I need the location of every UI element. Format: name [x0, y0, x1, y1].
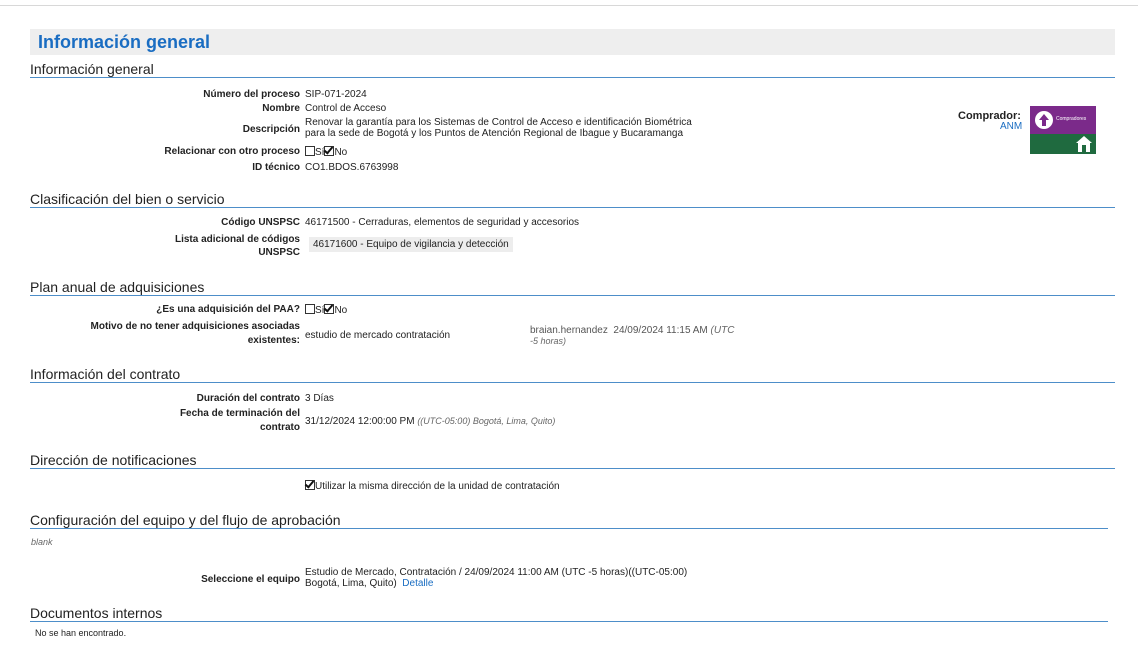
section-title-general: Información general — [30, 61, 154, 77]
reason-tz-1: (UTC — [710, 325, 735, 336]
house-icon — [1076, 136, 1092, 152]
paa-no-checkbox[interactable] — [324, 304, 335, 314]
end-date-label-2: contrato — [260, 422, 300, 433]
end-date-row: 31/12/2024 12:00:00 PM ((UTC-05:00) Bogo… — [305, 416, 555, 427]
section-title-team: Configuración del equipo y del flujo de … — [30, 512, 341, 528]
paa-options: Sí No — [305, 304, 347, 316]
same-address-label: Utilizar la misma dirección de la unidad… — [315, 481, 560, 492]
relate-yes-label: Sí — [315, 147, 325, 158]
process-number-label: Número del proceso — [203, 89, 300, 100]
reason-label-1: Motivo de no tener adquisiciones asociad… — [90, 321, 301, 332]
detail-link[interactable]: Detalle — [402, 578, 433, 589]
same-address-checkbox[interactable] — [305, 480, 315, 490]
additional-codes-label-2: UNSPSC — [258, 247, 300, 258]
team-value-line-2: Bogotá, Lima, Quito) Detalle — [305, 578, 433, 589]
name-label: Nombre — [262, 103, 300, 114]
top-divider — [0, 5, 1138, 6]
select-team-label: Seleccione el equipo — [201, 574, 300, 585]
same-address-option: Utilizar la misma dirección de la unidad… — [305, 480, 560, 492]
additional-codes-label-1: Lista adicional de códigos — [174, 234, 300, 245]
section-title-classification: Clasificación del bien o servicio — [30, 191, 225, 207]
section-divider — [30, 621, 1108, 622]
relate-yes-checkbox[interactable] — [305, 146, 315, 156]
logo-top-text: Compradores — [1056, 116, 1087, 122]
unspsc-value: 46171500 - Cerraduras, elementos de segu… — [305, 217, 580, 228]
section-divider — [30, 77, 1115, 78]
reason-meta: braian.hernandez 24/09/2024 11:15 AM (UT… — [530, 325, 734, 336]
buyer-link[interactable]: ANM — [1000, 121, 1022, 132]
relate-no-checkbox[interactable] — [324, 146, 335, 156]
tech-id-value: CO1.BDOS.6763998 — [305, 162, 399, 173]
arrow-up-icon — [1035, 111, 1053, 129]
additional-code-value: 46171600 - Equipo de vigilancia y detecc… — [309, 237, 513, 252]
end-date-value: 31/12/2024 12:00:00 PM — [305, 416, 415, 427]
paa-no-label: No — [334, 305, 348, 316]
relate-process-options: Sí No — [305, 146, 347, 158]
section-title-documents: Documentos internos — [30, 605, 163, 621]
documents-empty-message: No se han encontrado. — [35, 628, 127, 638]
paa-label: ¿Es una adquisición del PAA? — [156, 304, 300, 315]
description-label: Descripción — [242, 124, 300, 135]
reason-label-2: existentes: — [247, 335, 300, 346]
team-value-line-1: Estudio de Mercado, Contratación / 24/09… — [305, 567, 688, 578]
page-title: Información general — [38, 32, 211, 52]
description-line-1: Renovar la garantía para los Sistemas de… — [305, 117, 692, 128]
relate-no-label: No — [334, 147, 348, 158]
team-value-line-2-text: Bogotá, Lima, Quito) — [305, 578, 397, 589]
reason-value: estudio de mercado contratación — [305, 330, 451, 341]
duration-value: 3 Días — [305, 393, 334, 404]
section-divider — [30, 207, 1115, 208]
section-title-contract: Información del contrato — [30, 366, 181, 382]
page-header: Información general — [30, 29, 1115, 55]
team-blank-note: blank — [31, 537, 53, 547]
section-divider — [30, 295, 1115, 296]
paa-yes-checkbox[interactable] — [305, 304, 315, 314]
secop-logo: Compradores Proveedores — [1030, 106, 1096, 175]
duration-label: Duración del contrato — [196, 393, 300, 404]
reason-user: braian.hernandez — [530, 325, 608, 336]
end-date-timezone: ((UTC-05:00) Bogotá, Lima, Quito) — [417, 416, 556, 426]
relate-process-label: Relacionar con otro proceso — [164, 146, 300, 157]
additional-code-tag: 46171600 - Equipo de vigilancia y detecc… — [309, 237, 513, 252]
tech-id-label: ID técnico — [252, 162, 300, 173]
section-divider — [30, 528, 1108, 529]
process-number-value: SIP-071-2024 — [305, 89, 367, 100]
reason-tz-2: -5 horas) — [530, 336, 567, 346]
unspsc-label: Código UNSPSC — [221, 217, 300, 228]
section-divider — [30, 468, 1115, 469]
name-value: Control de Acceso — [305, 103, 387, 114]
section-title-notifications: Dirección de notificaciones — [30, 452, 197, 468]
section-title-plan: Plan anual de adquisiciones — [30, 279, 205, 295]
section-divider — [30, 382, 1115, 383]
paa-yes-label: Sí — [315, 305, 325, 316]
description-line-2: para la sede de Bogotá y los Puntos de A… — [305, 128, 684, 139]
reason-datetime: 24/09/2024 11:15 AM — [613, 325, 708, 336]
end-date-label-1: Fecha de terminación del — [179, 408, 300, 419]
logo-bottom-text: Proveedores — [1034, 169, 1063, 175]
